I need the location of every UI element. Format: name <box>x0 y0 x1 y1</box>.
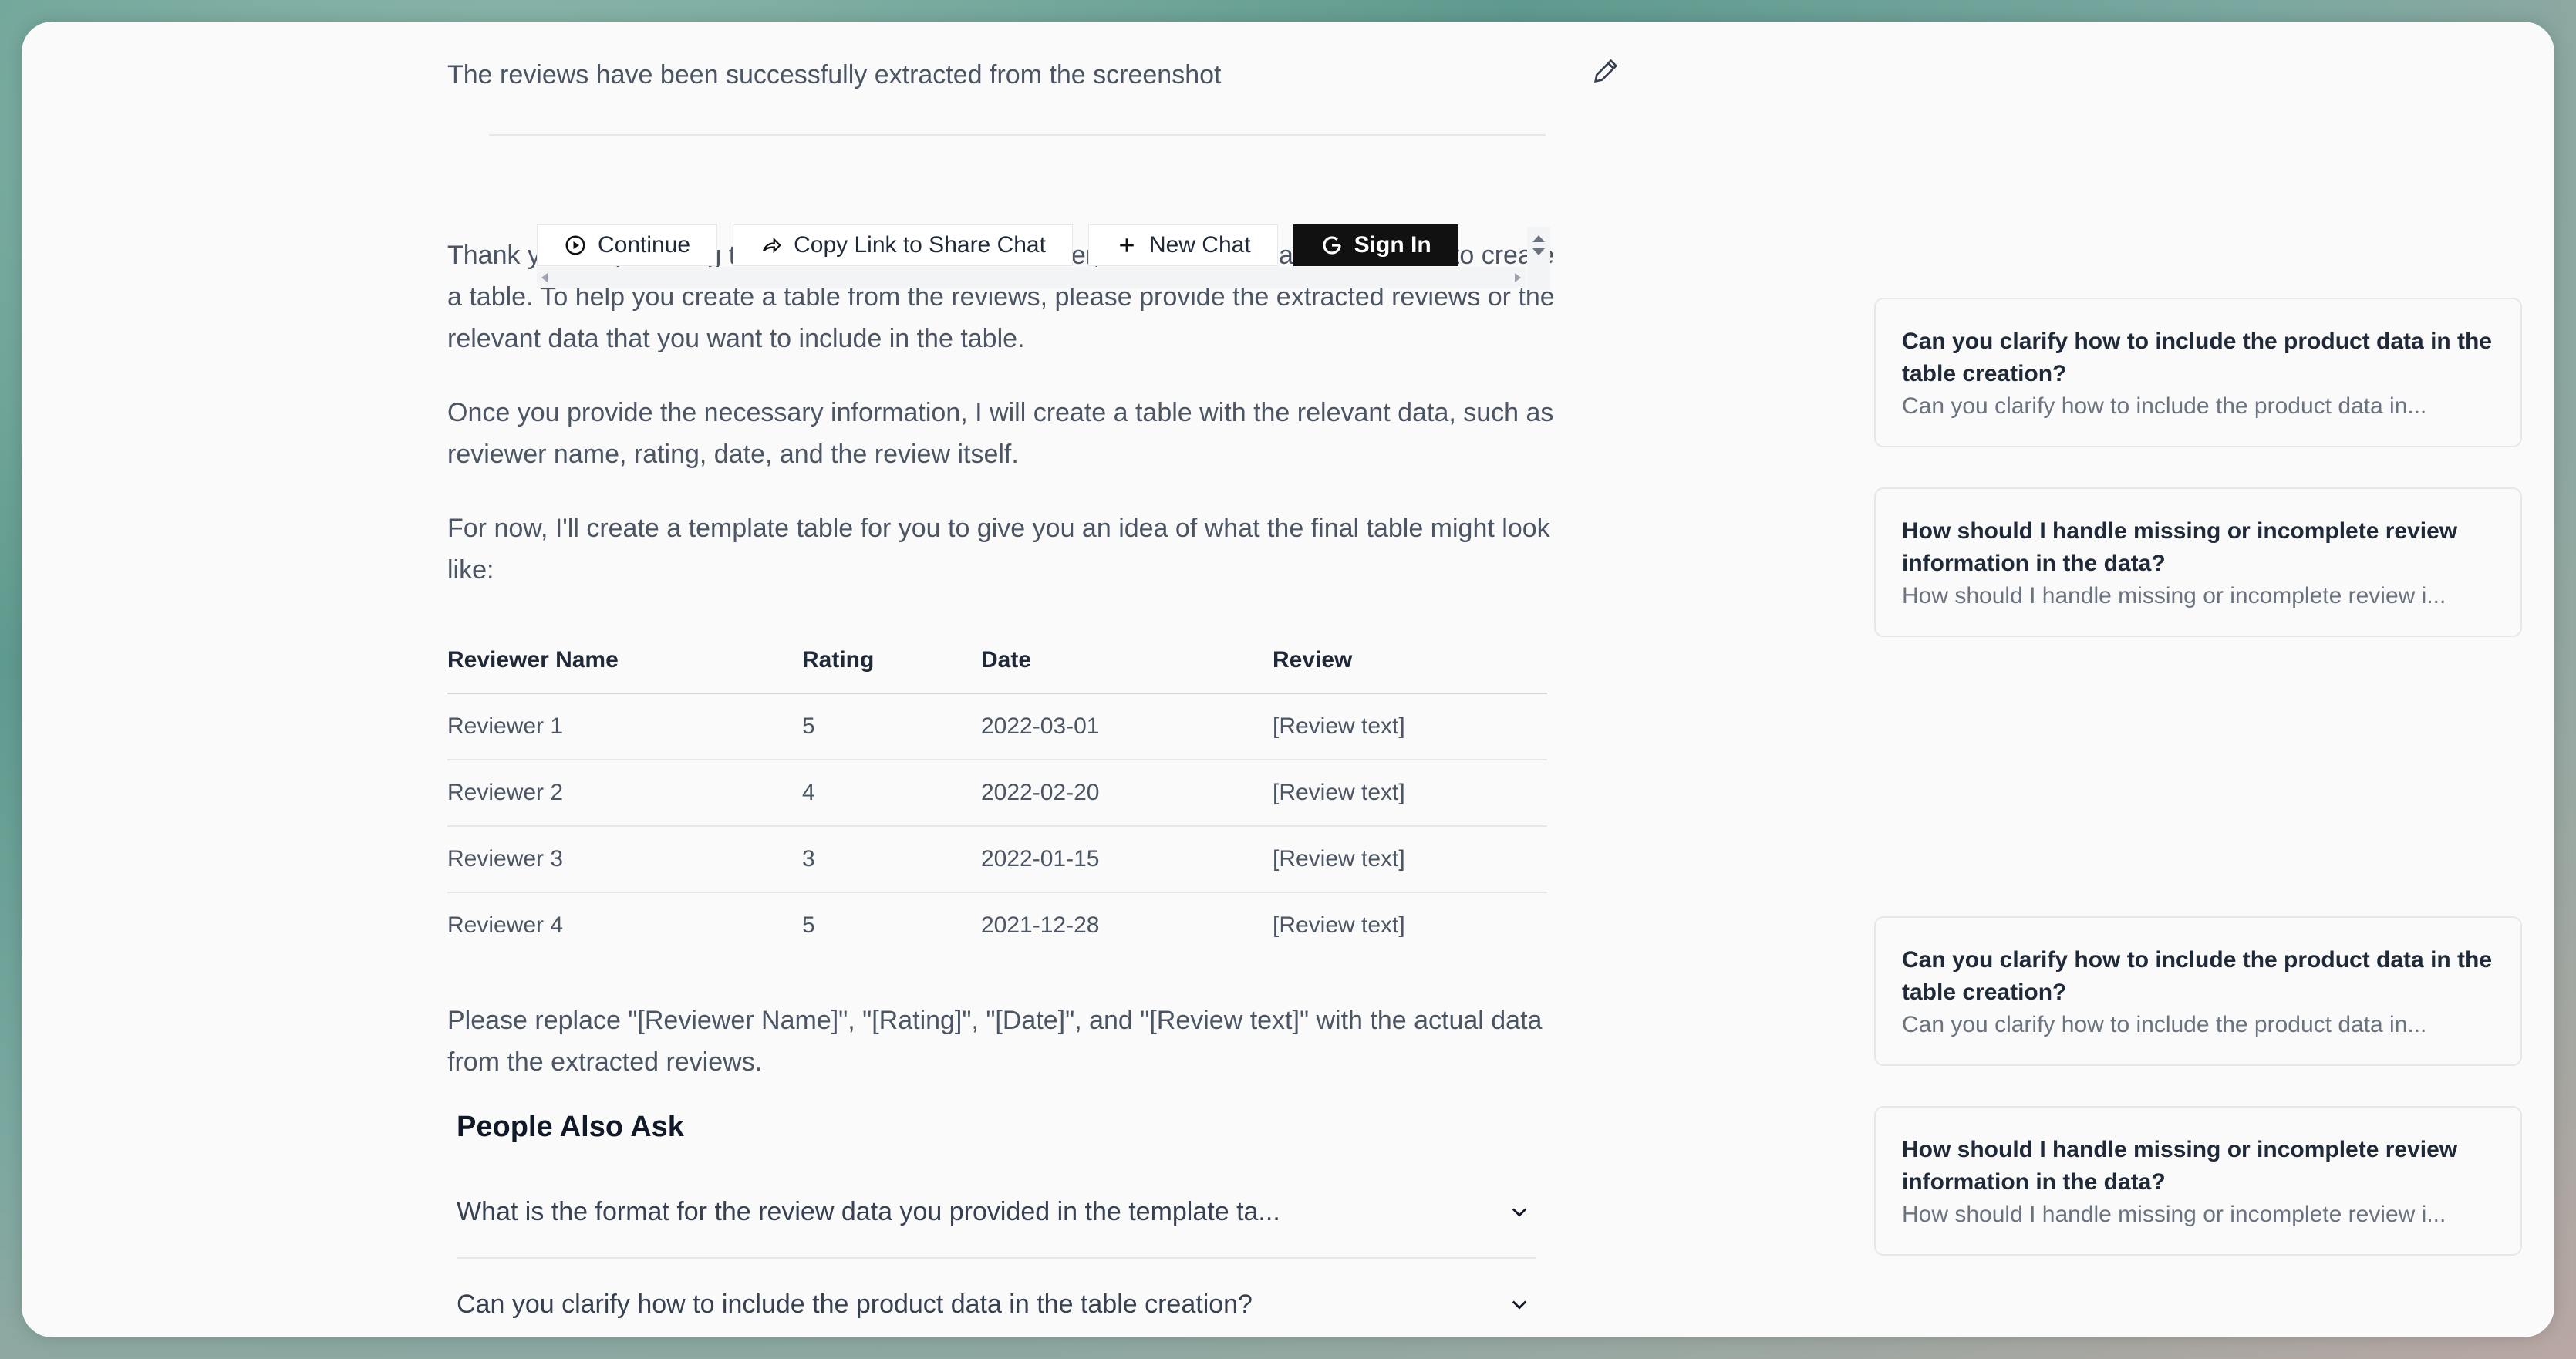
new-chat-label: New Chat <box>1148 232 1251 258</box>
table-row: Reviewer 3 3 2022-01-15 [Review text] <box>447 826 1547 893</box>
related-question-snippet: How should I handle missing or incomplet… <box>1902 583 2446 609</box>
previous-message-text: The reviews have been successfully extra… <box>447 60 1222 89</box>
chevron-down-icon <box>1512 1300 1527 1310</box>
related-question-card[interactable]: Can you clarify how to include the produ… <box>1874 916 2522 1066</box>
related-question-snippet: Can you clarify how to include the produ… <box>1902 393 2427 419</box>
table-cell: 2022-03-01 <box>981 693 1273 760</box>
toolbar-scroll-arrows[interactable] <box>1527 227 1550 290</box>
related-question-title: Can you clarify how to include the produ… <box>1902 329 2493 386</box>
related-question-snippet: How should I handle missing or incomplet… <box>1902 1202 2446 1227</box>
people-also-ask-item[interactable]: What is the format for the review data y… <box>457 1166 1536 1259</box>
table-cell: [Review text] <box>1273 693 1547 760</box>
sign-in-label: Sign In <box>1354 232 1431 258</box>
people-also-ask-item[interactable]: Can you clarify how to include the produ… <box>457 1259 1536 1337</box>
related-question-title: How should I handle missing or incomplet… <box>1902 518 2458 576</box>
chat-toolbar: Continue Copy Link to Share Chat New Cha… <box>537 224 1463 267</box>
table-cell: 3 <box>802 826 981 893</box>
table-header-reviewer-name: Reviewer Name <box>447 628 802 694</box>
sign-in-button[interactable]: Sign In <box>1293 224 1458 266</box>
related-question-title: How should I handle missing or incomplet… <box>1902 1137 2458 1195</box>
table-header-rating: Rating <box>802 628 981 694</box>
related-question-card[interactable]: Can you clarify how to include the produ… <box>1874 298 2522 447</box>
table-cell: 2022-02-20 <box>981 760 1273 827</box>
chevron-down-icon <box>1512 1208 1527 1217</box>
related-question-card[interactable]: How should I handle missing or incomplet… <box>1874 487 2522 637</box>
table-row: Reviewer 1 5 2022-03-01 [Review text] <box>447 693 1547 760</box>
continue-label: Continue <box>598 232 691 258</box>
table-header-row: Reviewer Name Rating Date Review <box>447 628 1547 694</box>
related-question-snippet: Can you clarify how to include the produ… <box>1902 1012 2427 1037</box>
message-divider <box>489 134 1546 136</box>
table-cell: Reviewer 2 <box>447 760 802 827</box>
pencil-icon[interactable] <box>1590 56 1621 86</box>
copy-link-button[interactable]: Copy Link to Share Chat <box>733 224 1073 266</box>
copy-link-label: Copy Link to Share Chat <box>794 232 1046 258</box>
table-header-review: Review <box>1273 628 1547 694</box>
table-cell: [Review text] <box>1273 826 1547 893</box>
table-cell: [Review text] <box>1273 912 1405 938</box>
people-also-ask-title: People Also Ask <box>457 1111 684 1143</box>
template-table: Reviewer Name Rating Date Review Reviewe… <box>447 628 1547 958</box>
new-chat-button[interactable]: New Chat <box>1087 224 1278 266</box>
table-cell: 5 <box>802 693 981 760</box>
toolbar-horizontal-scrollbar[interactable] <box>537 267 1526 288</box>
plus-icon <box>1120 238 1134 252</box>
table-row: Reviewer 2 4 2022-02-20 [Review text] <box>447 760 1547 827</box>
table-cell: 2022-01-15 <box>981 826 1273 893</box>
table-cell: Reviewer 4 <box>447 912 564 938</box>
table-cell: 4 <box>802 760 981 827</box>
continue-button[interactable]: Continue <box>537 224 718 266</box>
people-also-ask-question: Can you clarify how to include the produ… <box>457 1289 1253 1319</box>
table-cell: [Review text] <box>1273 760 1547 827</box>
table-cell: Reviewer 3 <box>447 826 802 893</box>
related-question-title: Can you clarify how to include the produ… <box>1902 947 2493 1005</box>
table-cell: Reviewer 1 <box>447 693 802 760</box>
people-also-ask-question: What is the format for the review data y… <box>457 1196 1280 1226</box>
play-circle-icon <box>565 235 585 255</box>
related-question-card[interactable]: How should I handle missing or incomplet… <box>1874 1106 2522 1256</box>
response-paragraph-2: Once you provide the necessary informati… <box>447 398 1554 469</box>
response-paragraph-3: For now, I'll create a template table fo… <box>447 514 1550 585</box>
google-icon <box>1323 236 1341 255</box>
app-window: The reviews have been successfully extra… <box>22 22 2554 1337</box>
table-row: Reviewer 4 5 2021-12-28 [Review text] <box>447 892 1547 958</box>
table-header-date: Date <box>981 628 1273 694</box>
response-paragraph-4: Please replace "[Reviewer Name]", "[Rati… <box>447 1006 1543 1077</box>
table-cell: 5 <box>802 912 815 938</box>
table-cell: 2021-12-28 <box>981 912 1100 938</box>
share-icon <box>763 237 781 254</box>
